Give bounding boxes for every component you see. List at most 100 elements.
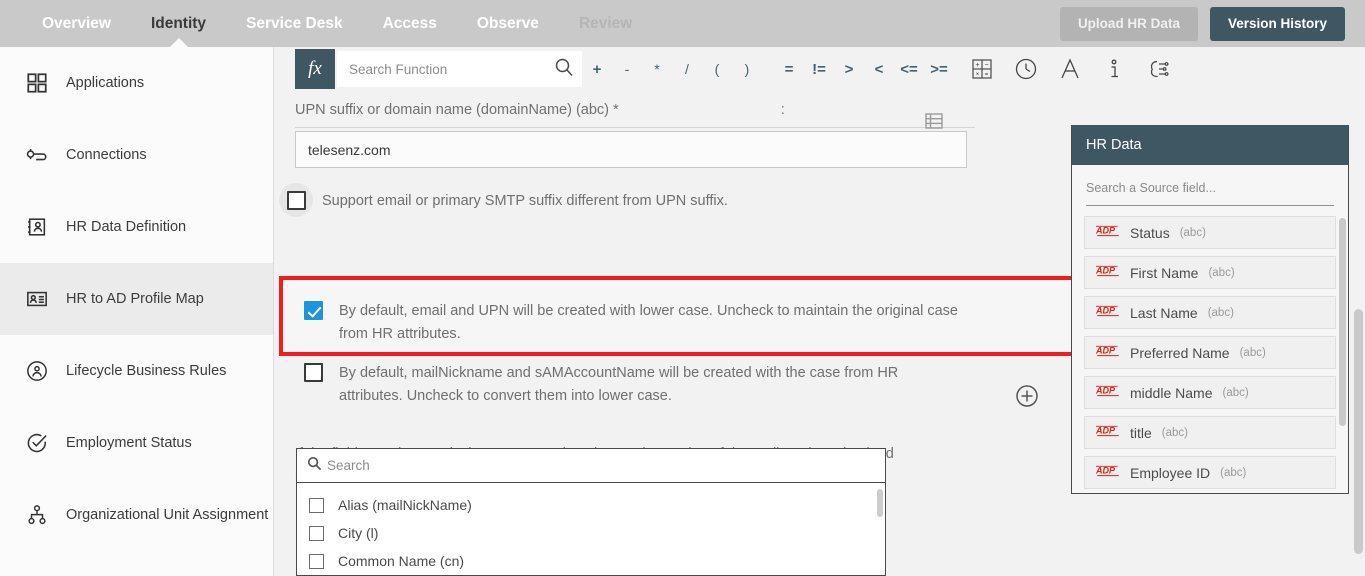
operator-open-paren[interactable]: ( [702, 51, 732, 87]
svg-text:ADP: ADP [1096, 225, 1116, 235]
sidebar-item-label: Lifecycle Business Rules [66, 363, 227, 379]
attribute-checkbox[interactable] [309, 497, 324, 513]
operator-close-paren[interactable]: ) [732, 51, 762, 87]
checkbox-label-lowercase-upn: By default, email and UPN will be create… [339, 303, 958, 342]
attribute-list-item[interactable]: Common Name (cn) [297, 547, 885, 575]
hierarchy-icon [26, 504, 48, 526]
checkbox-hit-area-lowercase-upn[interactable] [296, 293, 330, 327]
nav-tab-identity[interactable]: Identity [131, 0, 226, 47]
version-history-button[interactable]: Version History [1209, 6, 1345, 41]
svg-text:=: = [985, 72, 989, 78]
search-function-input[interactable] [349, 61, 554, 77]
attribute-list-item[interactable]: Alias (mailNickName) [297, 491, 885, 519]
checkbox-hit-area-mailnickname-case[interactable] [296, 355, 330, 389]
attribute-search-box [297, 449, 885, 483]
sidebar-item-label: Organizational Unit Assignment [66, 507, 269, 523]
hr-field-item[interactable]: ADP Preferred Name (abc) [1084, 336, 1336, 369]
hr-source-field-search-box [1086, 179, 1334, 206]
hr-field-item[interactable]: ADP Last Name (abc) [1084, 296, 1336, 329]
hr-data-panel: HR Data ADP Status (abc) ADP First Name (abc)… [1071, 125, 1349, 494]
sidebar-item-label: HR to AD Profile Map [66, 291, 204, 307]
hr-data-panel-title: HR Data [1072, 125, 1348, 165]
hr-field-name: First Name [1130, 264, 1199, 281]
operator-equals[interactable]: = [774, 51, 804, 87]
operator-multiply[interactable]: * [642, 51, 672, 87]
hr-field-item[interactable]: ADP Status (abc) [1084, 216, 1336, 249]
hr-field-name: Status [1130, 224, 1170, 241]
top-navigation-bar: Overview Identity Service Desk Access Observ… [0, 0, 1365, 47]
attribute-search-input[interactable] [327, 458, 875, 473]
hr-source-field-search-input[interactable] [1086, 181, 1334, 195]
operator-greater-than[interactable]: > [834, 51, 864, 87]
sidebar-item-employment-status[interactable]: Employment Status [0, 407, 273, 479]
search-icon[interactable] [554, 57, 574, 82]
attribute-checkbox[interactable] [309, 525, 324, 541]
page-scrollbar-track[interactable] [1352, 47, 1365, 576]
ai-icon[interactable] [1140, 51, 1176, 87]
id-badge-icon [26, 288, 48, 310]
domain-name-input[interactable] [295, 131, 967, 168]
adp-logo-icon: ADP [1095, 384, 1120, 402]
operator-less-equal[interactable]: <= [894, 51, 924, 87]
attribute-label: City (l) [338, 525, 379, 541]
checkbox-row-smtp-suffix[interactable]: Support email or primary SMTP suffix dif… [279, 183, 979, 217]
hr-field-list: ADP Status (abc) ADP First Name (abc) ADP Last … [1084, 216, 1336, 489]
checkbox-row-lowercase-upn[interactable]: By default, email and UPN will be create… [296, 300, 976, 346]
domain-field-label: UPN suffix or domain name (domainName) (… [295, 102, 975, 128]
hr-field-item[interactable]: ADP middle Name (abc) [1084, 376, 1336, 409]
checkbox-mailnickname-case[interactable] [303, 362, 323, 382]
attribute-list-scrollbar[interactable] [877, 489, 883, 517]
hr-field-item[interactable]: ADP First Name (abc) [1084, 256, 1336, 289]
hr-field-type: (abc) [1161, 426, 1188, 439]
checkbox-row-mailnickname-case[interactable]: By default, mailNickname and sAMAccountN… [296, 362, 956, 408]
nav-tab-observe[interactable]: Observe [457, 0, 559, 47]
hr-field-type: (abc) [1207, 306, 1234, 319]
checkbox-smtp-suffix[interactable] [286, 190, 306, 210]
sidebar-item-label: Employment Status [66, 435, 192, 451]
attribute-list: Alias (mailNickName) City (l) Common Name … [297, 483, 885, 575]
sidebar-item-organizational-unit-assignment[interactable]: Organizational Unit Assignment [0, 479, 273, 551]
upload-hr-data-button[interactable]: Upload HR Data [1059, 6, 1198, 41]
svg-text:ADP: ADP [1096, 425, 1116, 435]
nav-tab-overview[interactable]: Overview [22, 0, 131, 47]
sidebar-item-label: HR Data Definition [66, 219, 187, 235]
info-icon[interactable] [1096, 51, 1132, 87]
checkbox-lowercase-upn[interactable] [303, 300, 323, 320]
sidebar-item-applications[interactable]: Applications [0, 47, 273, 119]
calculator-icon[interactable]: + − × = [964, 51, 1000, 87]
operator-plus[interactable]: + [582, 51, 612, 87]
sidebar-item-lifecycle-business-rules[interactable]: Lifecycle Business Rules [0, 335, 273, 407]
operator-minus[interactable]: - [612, 51, 642, 87]
formula-toolbar: fx + - * / ( ) = != > < <= >= + − × = [295, 47, 1235, 91]
grid-icon [26, 72, 48, 94]
operator-not-equals[interactable]: != [804, 51, 834, 87]
nav-tab-service-desk[interactable]: Service Desk [226, 0, 363, 47]
domain-field-label-text: UPN suffix or domain name (domainName) (… [295, 102, 619, 118]
adp-logo-icon: ADP [1095, 224, 1120, 242]
nav-tab-review[interactable]: Review [559, 0, 652, 47]
plus-circle-icon[interactable] [1015, 384, 1039, 408]
hr-field-item[interactable]: ADP title (abc) [1084, 416, 1336, 449]
text-icon[interactable] [1052, 51, 1088, 87]
sidebar-item-hr-to-ad-profile-map[interactable]: HR to AD Profile Map [0, 263, 273, 335]
svg-text:ADP: ADP [1096, 305, 1116, 315]
checkbox-hit-area-smtp-suffix[interactable] [279, 183, 313, 217]
check-circle-icon [26, 432, 48, 454]
attribute-checkbox[interactable] [309, 553, 324, 569]
operator-greater-equal[interactable]: >= [924, 51, 954, 87]
fx-icon[interactable]: fx [295, 49, 335, 89]
hr-field-type: (abc) [1179, 226, 1206, 239]
sidebar-item-connections[interactable]: Connections [0, 119, 273, 191]
attribute-list-item[interactable]: City (l) [297, 519, 885, 547]
operator-divide[interactable]: / [672, 51, 702, 87]
nav-tab-access[interactable]: Access [363, 0, 457, 47]
page-scrollbar-thumb[interactable] [1354, 309, 1363, 554]
contact-card-icon [26, 216, 48, 238]
clock-icon[interactable] [1008, 51, 1044, 87]
hr-field-type: (abc) [1208, 266, 1235, 279]
hr-field-list-scrollbar[interactable] [1339, 218, 1346, 426]
adp-logo-icon: ADP [1095, 304, 1120, 322]
sidebar-item-hr-data-definition[interactable]: HR Data Definition [0, 191, 273, 263]
operator-less-than[interactable]: < [864, 51, 894, 87]
hr-field-item[interactable]: ADP Employee ID (abc) [1084, 456, 1336, 489]
